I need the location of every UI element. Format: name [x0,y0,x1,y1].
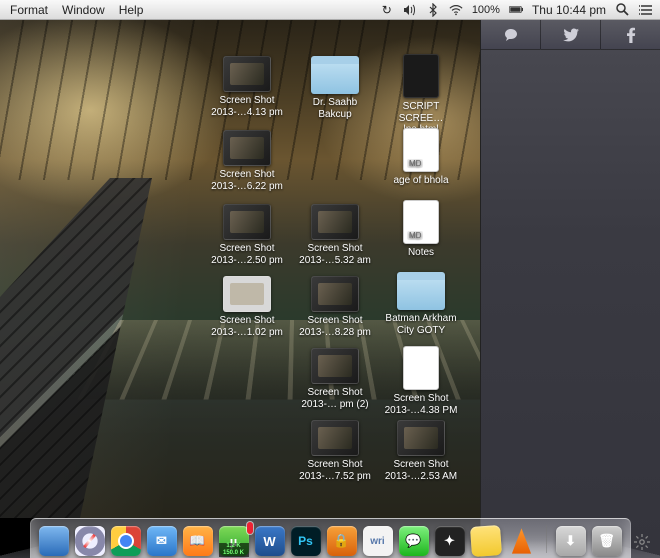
battery-icon[interactable] [509,3,523,17]
screenshot-icon [397,420,445,456]
dock-app-msg[interactable]: 💬 [399,526,429,556]
icon-label: Screen Shot 2013-…2.50 pm [208,243,286,266]
dock-app-safari[interactable] [75,526,105,556]
desktop-icon-ss-250[interactable]: Screen Shot 2013-…2.50 pm [208,204,286,266]
desktop-icon-ss-828[interactable]: Screen Shot 2013-…8.28 pm [296,276,374,338]
dock-app-utorrent[interactable]: µ1.2 K150.0 K [219,526,249,556]
icon-label: Screen Shot 2013-…1.02 pm [208,315,286,338]
screenshot-icon [223,56,271,92]
dock-separator [546,525,547,553]
desktop-icon-batman[interactable]: Batman Arkham City GOTY [382,272,460,336]
icon-label: Screen Shot 2013-…5.32 am [296,243,374,266]
battery-pct: 100% [472,4,500,16]
notification-center-panel [480,20,660,558]
notification-center-icon[interactable] [638,3,652,17]
document-icon [403,54,439,98]
dock-app-ibooks[interactable]: 📖 [183,526,213,556]
icon-label: Batman Arkham City GOTY [382,313,460,336]
desktop-icon-ss-102[interactable]: Screen Shot 2013-…1.02 pm [208,276,286,338]
folder-icon [397,272,445,310]
desktop-icon-age[interactable]: MD age of bhola [382,128,460,187]
dock-app-vlc[interactable] [507,526,537,556]
share-tabs [481,20,660,50]
screenshot-icon [223,130,271,166]
desktop-icon-ss-438u[interactable]: Screen Shot 2013-…4.38 PM [382,346,460,416]
dock-app-lock[interactable]: 🔒 [327,526,357,556]
folder-icon [311,56,359,94]
spotlight-icon[interactable] [615,3,629,17]
icon-label: Screen Shot 2013-…4.38 PM [382,393,460,416]
screenshot-icon [311,348,359,384]
icon-label: Screen Shot 2013-… pm (2) [296,387,374,410]
document-icon [403,346,439,390]
icon-label: Dr. Saahb Bakcup [296,97,374,120]
desktop-icons: Screen Shot 2013-…4.13 pm Dr. Saahb Bakcu… [0,20,480,518]
menu-window[interactable]: Window [62,3,105,17]
icon-label: Notes [382,247,460,259]
net-speed: 1.2 K150.0 K [219,543,249,557]
dock-app-finder[interactable] [39,526,69,556]
icon-label: Screen Shot 2013-…8.28 pm [296,315,374,338]
desktop-icon-ss-253am[interactable]: Screen Shot 2013-…2.53 AM [382,420,460,482]
screenshot-icon [311,204,359,240]
document-icon: MD [403,200,439,244]
desktop-icon-ss-752[interactable]: Screen Shot 2013-…7.52 pm [296,420,374,482]
dock-app-star[interactable]: ✦ [435,526,465,556]
desktop-icon-ss-532[interactable]: Screen Shot 2013-…5.32 am [296,204,374,266]
menubar-clock[interactable]: Thu 10:44 pm [532,3,606,17]
screenshot-icon [223,276,271,312]
desktop-icon-saahb[interactable]: Dr. Saahb Bakcup [296,56,374,120]
dock-app-notes[interactable] [469,525,501,557]
icon-label: age of bhola [382,175,460,187]
menubar-left: Format Window Help [0,3,143,17]
file-badge: MD [407,159,423,168]
file-badge: MD [407,231,423,240]
wifi-icon[interactable] [449,3,463,17]
screenshot-icon [311,276,359,312]
screenshot-icon [311,420,359,456]
dock-app-ps[interactable]: Ps [291,526,321,556]
desktop[interactable]: Screen Shot 2013-…4.13 pm Dr. Saahb Bakcu… [0,20,480,518]
menu-format[interactable]: Format [10,3,48,17]
desktop-icon-script[interactable]: SCRIPT SCREE…lpe.html [382,54,460,136]
dock-region: ✉📖µ1.2 K150.0 KWPs🔒wri💬✦ ⬇🗑 [0,518,660,558]
desktop-icon-notes[interactable]: MD Notes [382,200,460,259]
dock-app-writer[interactable]: wri [363,526,393,556]
icon-label: Screen Shot 2013-…6.22 pm [208,169,286,192]
volume-icon[interactable] [403,3,417,17]
tab-twitter[interactable] [541,20,601,50]
dock-dl[interactable]: ⬇ [556,526,586,556]
badge [247,522,253,534]
menubar-right: ↻ 100% Thu 10:44 pm [380,3,660,17]
dock-app-mail[interactable]: ✉ [147,526,177,556]
dock-app-chrome[interactable] [111,526,141,556]
tab-facebook[interactable] [601,20,660,50]
dock-trash[interactable]: 🗑 [592,526,622,556]
desktop-icon-ss-pm2[interactable]: Screen Shot 2013-… pm (2) [296,348,374,410]
icon-label: Screen Shot 2013-…4.13 pm [208,95,286,118]
screenshot-icon [223,204,271,240]
desktop-icon-ss-622[interactable]: Screen Shot 2013-…6.22 pm [208,130,286,192]
menu-help[interactable]: Help [119,3,144,17]
icon-label: Screen Shot 2013-…2.53 AM [382,459,460,482]
dock-app-word[interactable]: W [255,526,285,556]
sync-icon[interactable]: ↻ [380,3,394,17]
bluetooth-icon[interactable] [426,3,440,17]
icon-label: Screen Shot 2013-…7.52 pm [296,459,374,482]
menubar: Format Window Help ↻ 100% Thu 10:44 pm [0,0,660,20]
document-icon: MD [403,128,439,172]
dock: ✉📖µ1.2 K150.0 KWPs🔒wri💬✦ ⬇🗑 [30,518,631,558]
desktop-icon-ss-413[interactable]: Screen Shot 2013-…4.13 pm [208,56,286,118]
tab-home[interactable] [481,20,541,50]
